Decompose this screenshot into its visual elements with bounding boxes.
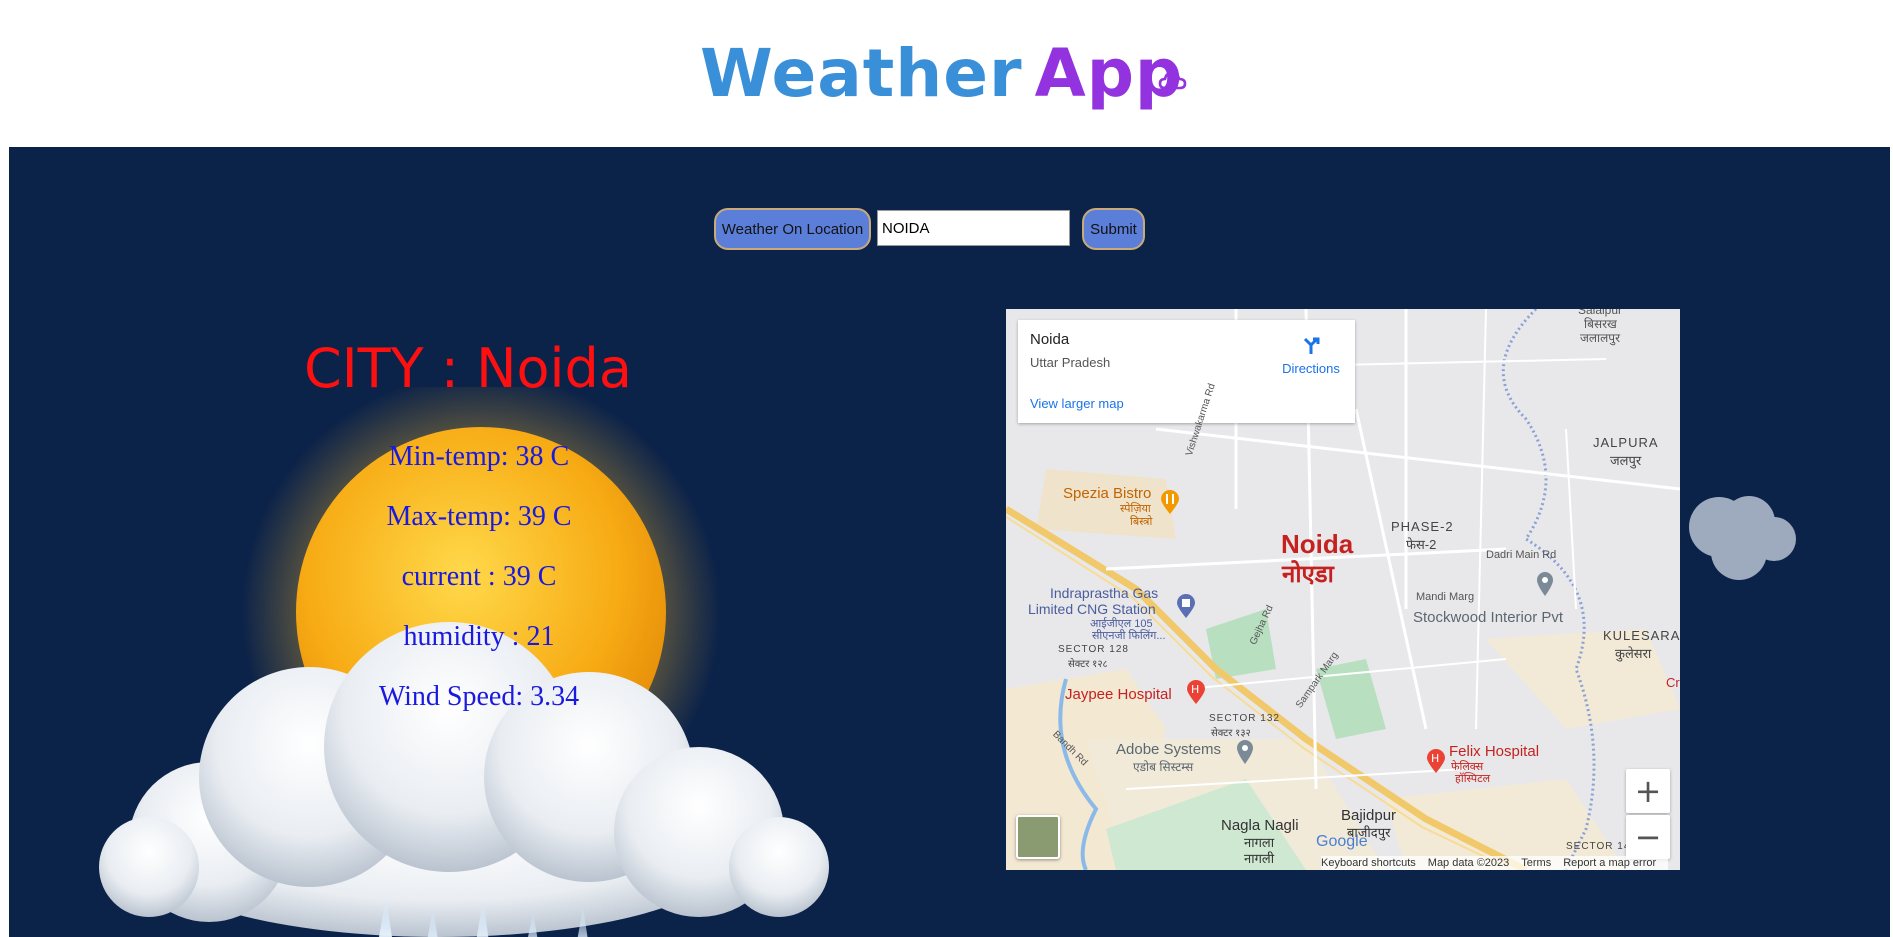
directions-label: Directions <box>1282 361 1340 376</box>
terms-link[interactable]: Terms <box>1521 857 1551 869</box>
app-header: Weather App <box>0 0 1893 146</box>
map-label-spezia: Spezia Bistro <box>1063 485 1152 502</box>
app-title-weather: Weather <box>700 35 1023 112</box>
map-info-card: Noida Uttar Pradesh Directions View larg… <box>1018 320 1355 423</box>
weather-panel: Weather On Location Submit <box>9 147 1890 937</box>
map-place-name: Noida <box>1030 331 1070 348</box>
city-heading: CITY : Noida <box>304 337 632 400</box>
keyboard-shortcuts-link[interactable]: Keyboard shortcuts <box>1321 857 1416 869</box>
map-label-felix-hi2: हॉस्पिटल <box>1455 773 1491 785</box>
map-label-dadri: Dadri Main Rd <box>1486 549 1557 561</box>
map-label-phase2-hi: फेस-2 <box>1406 537 1437 552</box>
weather-on-location-button[interactable]: Weather On Location <box>714 208 871 250</box>
map-label-stockwood: Stockwood Interior Pvt <box>1413 609 1564 626</box>
map-label-adobe-hi: एडोब सिस्टम्स <box>1133 760 1194 774</box>
report-map-error-link[interactable]: Report a map error <box>1563 857 1656 869</box>
location-pin-icon <box>1237 740 1253 764</box>
zoom-in-button[interactable]: + <box>1626 769 1670 813</box>
svg-text:H: H <box>1191 683 1199 696</box>
location-pin-icon <box>1537 572 1553 596</box>
app-title: Weather App <box>700 34 1183 114</box>
map-region-name: Uttar Pradesh <box>1030 355 1111 370</box>
map-label-jalpura-hi: जलपुर <box>1610 453 1642 468</box>
map-footer: Keyboard shortcuts Map data ©2023 Terms Rep… <box>1321 856 1669 870</box>
map-label-sector132-hi: सेक्टर १३२ <box>1211 728 1251 739</box>
distant-cloud-illustration <box>1689 496 1796 580</box>
city-input[interactable] <box>877 210 1070 246</box>
map-label-noida-hi: नोएडा <box>1282 561 1334 588</box>
map-label-cr: Cr <box>1666 675 1680 690</box>
fuel-icon <box>1177 594 1195 618</box>
map-label-noida: Noida <box>1281 529 1354 559</box>
map-label-adobe: Adobe Systems <box>1116 741 1222 758</box>
hospital-icon: H <box>1187 680 1205 704</box>
cloud-icon <box>1158 71 1187 90</box>
map-label-igl-hi2: सीएनजी फिलिंग... <box>1092 630 1166 642</box>
map-label-sector128: SECTOR 128 <box>1058 644 1129 655</box>
restaurant-icon <box>1161 490 1179 514</box>
map-label-jalalpur: जलालपुर <box>1580 331 1621 345</box>
humidity: humidity : 21 <box>403 621 555 652</box>
map-label-sector128-hi: सेक्टर १२८ <box>1068 659 1108 670</box>
directions-button[interactable]: Directions <box>1276 334 1346 376</box>
google-logo: Google <box>1316 833 1368 850</box>
map-label-nagla: Nagla Nagli <box>1221 817 1299 834</box>
map-data-credit: Map data ©2023 <box>1427 857 1510 869</box>
map-label-kulesara: KULESARA <box>1603 628 1680 643</box>
map-label-jaypee: Jaypee Hospital <box>1065 686 1172 703</box>
map-label-jalpura: JALPURA <box>1593 435 1659 450</box>
satellite-toggle-button[interactable] <box>1016 815 1060 859</box>
map-label-nagla-hi2: नागली <box>1244 851 1275 866</box>
map-label-felix: Felix Hospital <box>1449 743 1540 760</box>
embedded-map[interactable]: Noida Uttar Pradesh Directions View larg… <box>1006 309 1680 870</box>
submit-button[interactable]: Submit <box>1082 208 1145 250</box>
min-temp: Min-temp: 38 C <box>388 441 570 472</box>
hospital-icon: H <box>1427 749 1445 773</box>
map-label-mandi: Mandi Marg <box>1416 591 1475 603</box>
directions-icon <box>1303 337 1320 354</box>
map-label-sector132: SECTOR 132 <box>1209 713 1280 724</box>
map-label-igl1: Indraprastha Gas <box>1050 585 1159 601</box>
zoom-out-button[interactable]: − <box>1626 815 1670 859</box>
map-label-kulesara-hi: कुलेसरा <box>1615 646 1652 661</box>
wind-speed: Wind Speed: 3.34 <box>378 681 580 712</box>
view-larger-map-link[interactable]: View larger map <box>1030 396 1124 411</box>
svg-text:H: H <box>1431 752 1439 765</box>
map-label-bajidpur: Bajidpur <box>1341 807 1397 824</box>
max-temp: Max-temp: 39 C <box>386 501 572 532</box>
map-label-igl2: Limited CNG Station <box>1028 601 1156 617</box>
current-temp: current : 39 C <box>401 561 557 592</box>
map-label-spezia-hi2: बिस्त्रो <box>1130 516 1153 528</box>
map-label-phase2: PHASE-2 <box>1391 519 1454 534</box>
